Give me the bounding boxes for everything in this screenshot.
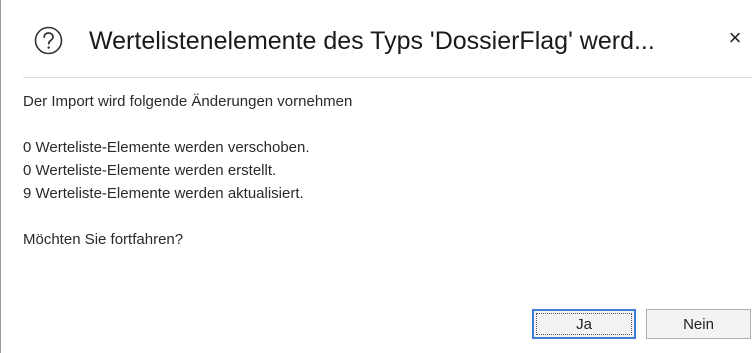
no-button[interactable]: Nein [646, 309, 751, 339]
title-divider [23, 77, 752, 78]
dialog-message: Der Import wird folgende Änderungen vorn… [23, 90, 352, 251]
change-line-updated: 9 Werteliste-Elemente werden aktualisier… [23, 185, 304, 202]
close-button[interactable]: × [717, 18, 752, 58]
no-button-label: Nein [683, 315, 714, 333]
intro-text: Der Import wird folgende Änderungen vorn… [23, 93, 353, 110]
yes-button[interactable]: Ja [532, 309, 636, 339]
close-icon: × [728, 25, 742, 50]
dialog-title: Wertelistenelemente des Typs 'DossierFla… [89, 27, 655, 55]
confirm-dialog: Wertelistenelemente des Typs 'DossierFla… [0, 0, 752, 353]
dialog-titlebar: Wertelistenelemente des Typs 'DossierFla… [1, 0, 752, 72]
confirm-question: Möchten Sie fortfahren? [23, 231, 184, 248]
change-line-created: 0 Werteliste-Elemente werden erstellt. [23, 162, 277, 179]
change-line-moved: 0 Werteliste-Elemente werden verschoben. [23, 139, 310, 156]
question-circle-icon [34, 26, 63, 55]
